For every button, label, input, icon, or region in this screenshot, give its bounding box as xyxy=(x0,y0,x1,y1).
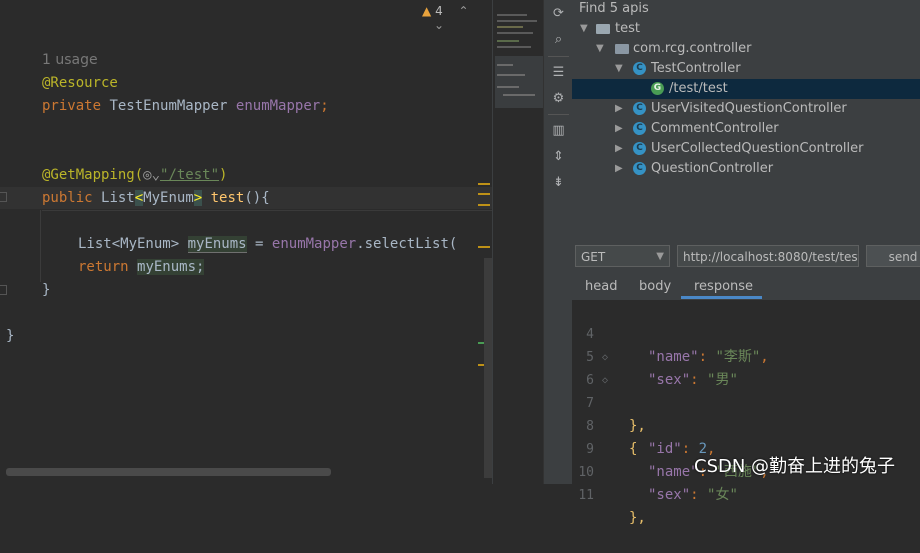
minimap-line xyxy=(497,14,527,16)
tree-node-controller[interactable]: ▶ C UserVisitedQuestionController xyxy=(572,99,920,119)
active-tab-indicator xyxy=(681,296,762,299)
api-count-header: Find 5 apis xyxy=(579,1,649,16)
class-icon: C xyxy=(633,122,646,135)
chevron-right-icon[interactable]: ▶ xyxy=(615,119,623,139)
indent-guide xyxy=(40,210,41,282)
toolbar-separator xyxy=(548,56,569,57)
tree-node-root[interactable]: ▼ test xyxy=(572,19,920,39)
minimap-line xyxy=(497,40,519,42)
chevron-down-icon[interactable]: ⌄ xyxy=(434,18,444,32)
http-method-select[interactable]: GET ▼ xyxy=(575,245,670,267)
chevron-up-icon[interactable]: ⌃ xyxy=(459,4,469,18)
chart-icon[interactable]: ▥ xyxy=(550,122,567,139)
filter-icon[interactable]: ☰ xyxy=(550,64,567,81)
code-line: public List<MyEnum> test(){ xyxy=(42,190,270,206)
response-line: 8 "id": 2, xyxy=(586,419,716,457)
code-minimap[interactable] xyxy=(492,0,544,484)
fold-icon[interactable]: ◇ xyxy=(602,346,608,369)
minimap-line xyxy=(497,74,525,76)
chevron-down-icon[interactable]: ▼ xyxy=(580,19,588,39)
code-line: @GetMapping(◎⌄"/test") xyxy=(42,167,228,183)
warning-stripe[interactable] xyxy=(478,246,490,248)
api-toolbar: ⟳ ⌕ ☰ ⚙ ▥ ⇕ ⇟ xyxy=(543,0,573,484)
toolbar-separator xyxy=(548,114,569,115)
fold-icon[interactable]: ◇ xyxy=(602,369,608,392)
class-icon: C xyxy=(633,62,646,75)
code-line: } xyxy=(42,282,51,298)
response-line: 4 "name": "李斯", xyxy=(586,327,769,365)
tree-label: /test/test xyxy=(669,81,728,96)
tab-response[interactable]: response xyxy=(694,276,753,298)
class-icon: C xyxy=(633,162,646,175)
code-line: @Resource xyxy=(42,75,118,91)
tree-node-controller[interactable]: ▶ C QuestionController xyxy=(572,159,920,179)
tree-node-controller[interactable]: ▼ C TestController xyxy=(572,59,920,79)
chevron-right-icon[interactable]: ▶ xyxy=(615,159,623,179)
tree-label: CommentController xyxy=(651,121,779,136)
code-line: return myEnums; xyxy=(78,259,205,275)
warning-stripe[interactable] xyxy=(478,183,490,185)
horizontal-scrollbar[interactable] xyxy=(6,468,331,476)
tab-head[interactable]: head xyxy=(585,276,617,298)
minimap-line xyxy=(497,20,537,22)
minimap-line xyxy=(497,32,533,34)
inspection-count: 4 xyxy=(435,4,443,18)
settings-icon[interactable]: ⚙ xyxy=(550,90,567,107)
package-icon xyxy=(615,44,629,54)
warning-stripe[interactable] xyxy=(478,204,490,206)
tree-label: test xyxy=(615,21,640,36)
vertical-scrollbar[interactable] xyxy=(484,258,492,478)
refresh-icon[interactable]: ⟳ xyxy=(550,5,567,22)
method-separator xyxy=(42,210,492,211)
minimap-line xyxy=(497,64,513,66)
class-icon: C xyxy=(633,142,646,155)
response-line: 9 "name": "西施", xyxy=(586,442,769,480)
code-line: private TestEnumMapper enumMapper; xyxy=(42,98,329,114)
tree-label: UserCollectedQuestionController xyxy=(651,141,864,156)
response-line: 7 ◇ { xyxy=(572,369,920,457)
tree-node-controller[interactable]: ▶ C UserCollectedQuestionController xyxy=(572,139,920,159)
mapping-path-link[interactable]: "/test" xyxy=(160,167,219,183)
tree-label: QuestionController xyxy=(651,161,774,176)
minimap-line xyxy=(503,94,535,96)
code-line: List<MyEnum> myEnums = enumMapper.select… xyxy=(78,236,458,253)
class-icon: C xyxy=(633,102,646,115)
tree-label: com.rcg.controller xyxy=(633,41,752,56)
tree-node-endpoint[interactable]: G /test/test xyxy=(572,79,920,99)
response-line: 6 ◇ }, xyxy=(572,346,920,434)
tree-node-package[interactable]: ▼ com.rcg.controller xyxy=(572,39,920,59)
tab-body[interactable]: body xyxy=(639,276,671,298)
warning-icon: ▲ xyxy=(422,4,432,18)
minimap-line xyxy=(497,86,519,88)
collapse-icon[interactable]: ⇟ xyxy=(550,174,567,191)
chevron-down-icon[interactable]: ▼ xyxy=(615,59,623,79)
expand-icon[interactable]: ⇕ xyxy=(550,148,567,165)
dropdown-arrow-icon: ▼ xyxy=(656,251,664,262)
tree-label: TestController xyxy=(651,61,741,76)
globe-icon[interactable]: ◎⌄ xyxy=(143,167,160,183)
http-method-value: GET xyxy=(581,250,606,264)
url-input[interactable]: http://localhost:8080/test/test xyxy=(677,245,859,267)
code-editor[interactable]: ▲ 4 ⌃ ⌄ 1 usage @Resource private TestEn… xyxy=(0,0,492,484)
tree-label: UserVisitedQuestionController xyxy=(651,101,847,116)
send-button[interactable]: send xyxy=(866,245,920,267)
search-icon[interactable]: ⌕ xyxy=(550,31,567,48)
minimap-line xyxy=(497,26,523,28)
module-icon xyxy=(596,24,610,34)
get-method-icon: G xyxy=(651,82,664,95)
chevron-right-icon[interactable]: ▶ xyxy=(615,139,623,159)
minimap-line xyxy=(497,46,531,48)
warning-stripe[interactable] xyxy=(478,193,490,195)
fold-marker[interactable] xyxy=(0,192,7,202)
watermark: CSDN @勤奋上进的兔子 xyxy=(694,456,896,477)
chevron-right-icon[interactable]: ▶ xyxy=(615,99,623,119)
chevron-down-icon[interactable]: ▼ xyxy=(596,39,604,59)
code-line: } xyxy=(6,328,15,344)
usages-hint[interactable]: 1 usage xyxy=(42,49,98,71)
tree-node-controller[interactable]: ▶ C CommentController xyxy=(572,119,920,139)
fold-marker[interactable] xyxy=(0,285,7,295)
inspection-widget[interactable]: ▲ 4 ⌃ ⌄ xyxy=(422,4,492,32)
response-line: 5 "sex": "男" xyxy=(586,350,738,388)
